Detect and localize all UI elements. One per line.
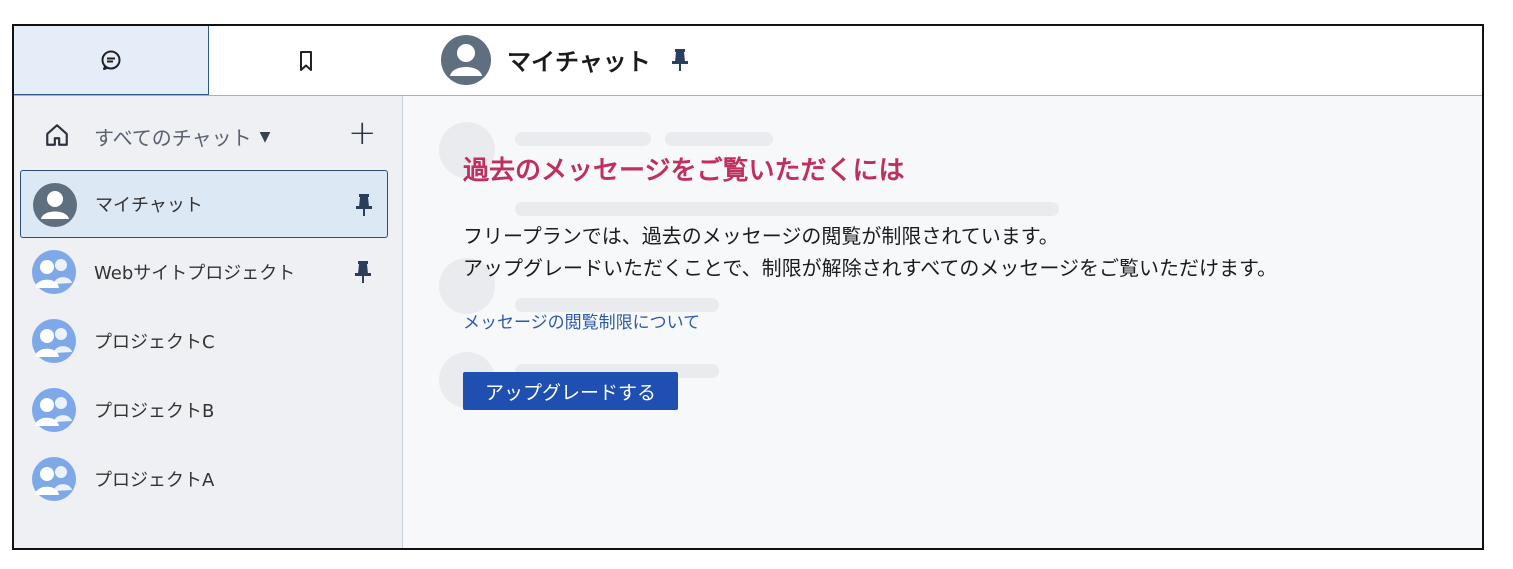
chat-item-label: プロジェクトB — [94, 401, 215, 422]
chat-item-label: プロジェクトA — [94, 470, 215, 491]
group-avatar-icon — [32, 457, 76, 501]
skeleton-line — [515, 202, 1059, 216]
group-avatar-icon — [32, 388, 76, 432]
chat-item-label: Webサイトプロジェクト — [94, 263, 296, 284]
chat-filter-label: すべてのチャット — [94, 126, 252, 150]
chat-item-project-c[interactable]: プロジェクトC — [20, 307, 388, 375]
group-avatar-icon — [32, 319, 76, 363]
pin-icon[interactable] — [671, 48, 689, 72]
person-avatar-icon — [33, 183, 77, 227]
page-title: マイチャット — [507, 48, 651, 76]
sidebar: すべてのチャット ▼ + マイチャット Webサイトプロジェクト プロジェクトC… — [14, 26, 403, 548]
chat-item-label: プロジェクトC — [94, 332, 215, 353]
bookmark-icon — [300, 50, 312, 71]
chat-list-header: すべてのチャット ▼ + — [14, 114, 403, 154]
chat-header: マイチャット — [403, 26, 1482, 96]
chat-pane: マイチャット 過去のメッセージをご覧いただくには フリープランでは、過去のメッセ… — [403, 26, 1482, 548]
skeleton-line — [665, 132, 773, 146]
upgrade-notice-title: 過去のメッセージをご覧いただくには — [463, 156, 905, 186]
person-avatar-icon — [441, 35, 491, 85]
upgrade-notice-body: フリープランでは、過去のメッセージの閲覧が制限されています。 アップグレードいた… — [463, 220, 1277, 284]
notice-line: アップグレードいただくことで、制限が解除されすべてのメッセージをご覧いただけます… — [463, 256, 1277, 280]
tab-bookmarks[interactable] — [209, 26, 403, 95]
chat-item-label: マイチャット — [95, 195, 203, 216]
tab-chats[interactable] — [14, 26, 209, 95]
viewing-limit-link[interactable]: メッセージの閲覧制限について — [463, 308, 700, 333]
group-avatar-icon — [32, 250, 76, 294]
chevron-down-icon: ▼ — [259, 128, 271, 145]
notice-line: フリープランでは、過去のメッセージの閲覧が制限されています。 — [463, 224, 1059, 248]
pin-icon[interactable] — [353, 192, 375, 218]
skeleton-line — [515, 132, 651, 146]
chat-item-my-chat[interactable]: マイチャット — [20, 170, 388, 238]
home-icon[interactable] — [44, 122, 70, 148]
chat-bubble-icon — [101, 50, 121, 70]
app-window: すべてのチャット ▼ + マイチャット Webサイトプロジェクト プロジェクトC… — [12, 24, 1484, 550]
chat-item-project-b[interactable]: プロジェクトB — [20, 376, 388, 444]
add-chat-button[interactable]: + — [348, 116, 377, 150]
chat-filter-dropdown[interactable]: すべてのチャット ▼ — [94, 122, 270, 151]
pin-icon[interactable] — [352, 259, 374, 285]
chat-item-project-a[interactable]: プロジェクトA — [20, 445, 388, 513]
upgrade-button[interactable]: アップグレードする — [463, 372, 678, 410]
chat-item-website-project[interactable]: Webサイトプロジェクト — [20, 238, 388, 306]
sidebar-tabs — [14, 26, 403, 96]
